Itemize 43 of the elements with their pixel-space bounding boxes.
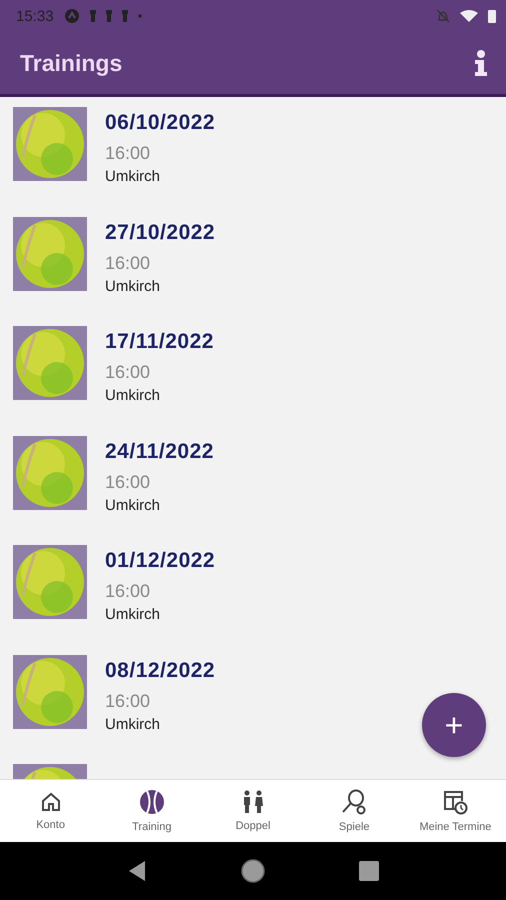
training-time: 16:00 [105,690,152,712]
home-circle-icon[interactable] [240,858,266,884]
nav-tab[interactable]: Doppel [202,780,304,842]
home-icon [40,791,62,813]
training-location: Umkirch [105,496,161,514]
keyhole-icon [122,10,128,22]
training-time: 16:00 [105,362,152,383]
bell-off-icon [436,9,450,23]
ball-icon [138,789,165,815]
calendar-clock-icon [442,789,468,815]
training-location: Umkirch [105,606,161,623]
add-button[interactable]: + [422,693,486,757]
training-date: 17/11/2022 [105,330,214,354]
training-date: 06/10/2022 [105,111,216,135]
nav-tab[interactable]: Konto [0,780,102,842]
training-location: Umkirch [105,716,161,732]
training-time: 16:00 [105,143,152,164]
training-date: 24/11/2022 [105,440,214,464]
recents-icon[interactable] [359,861,380,881]
training-date: 08/12/2022 [105,658,216,682]
app-notification-icon [64,8,80,24]
nav-tab[interactable]: Spiele [304,780,405,842]
racket-icon [341,789,368,815]
keyhole-icon [106,10,112,22]
training-time: 16:00 [105,581,152,602]
training-location: Umkirch [105,278,161,294]
people-icon [241,790,265,814]
status-time: 15:33 [16,8,54,24]
keyhole-icon [90,10,96,22]
training-date: 01/12/2022 [105,549,216,573]
nav-tab[interactable]: Training [101,780,202,842]
back-icon[interactable] [126,860,147,882]
battery-icon [488,10,496,22]
training-time: 16:00 [105,252,152,274]
wifi-icon [460,10,478,22]
app-title: Trainings [20,50,122,76]
dot-icon [138,14,142,18]
training-location: Umkirch [105,387,161,404]
training-date: 27/10/2022 [105,220,216,244]
training-time: 16:00 [105,472,152,492]
info-icon[interactable] [474,50,488,76]
training-location: Umkirch [105,168,161,185]
nav-tab[interactable]: Meine Termine [404,780,506,842]
